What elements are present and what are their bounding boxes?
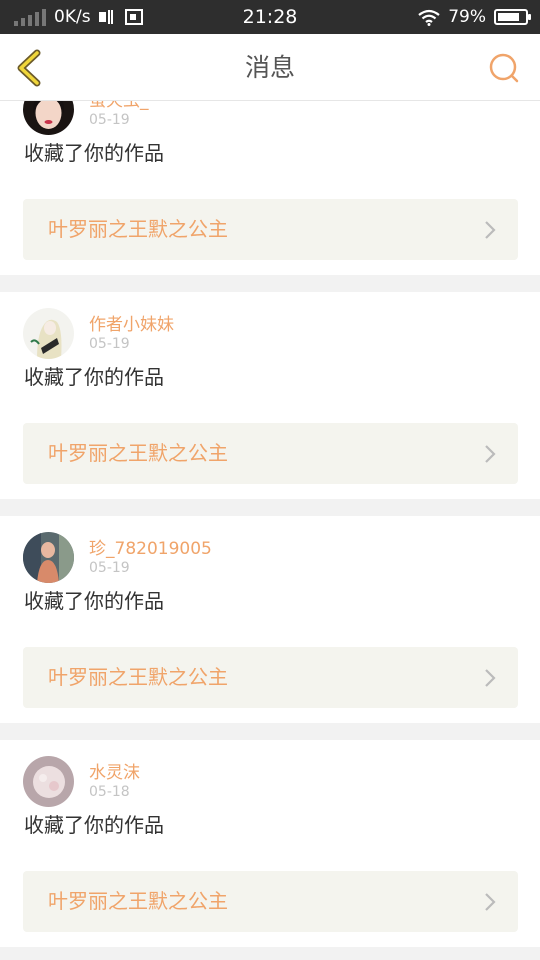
message-date: 05-19 xyxy=(89,112,130,128)
work-link[interactable]: 叶罗丽之王默之公主 xyxy=(23,199,518,260)
message-text: 收藏了你的作品 xyxy=(24,813,164,837)
message-text: 收藏了你的作品 xyxy=(24,365,164,389)
work-link[interactable]: 叶罗丽之王默之公主 xyxy=(23,871,518,932)
username[interactable]: 珍_782019005 xyxy=(89,534,212,559)
search-button[interactable] xyxy=(488,52,520,84)
work-title: 叶罗丽之王默之公主 xyxy=(48,441,228,465)
status-bar-right: 79% xyxy=(418,0,531,34)
message-card: 水灵沫 05-18 收藏了你的作品 叶罗丽之王默之公主 xyxy=(0,740,540,947)
battery-level xyxy=(498,13,519,21)
wifi-icon xyxy=(418,9,440,26)
message-card: 珍_782019005 05-19 收藏了你的作品 叶罗丽之王默之公主 xyxy=(0,516,540,723)
search-icon xyxy=(489,53,519,83)
work-link[interactable]: 叶罗丽之王默之公主 xyxy=(23,423,518,484)
chevron-right-icon xyxy=(485,669,496,687)
work-title: 叶罗丽之王默之公主 xyxy=(48,889,228,913)
work-link[interactable]: 叶罗丽之王默之公主 xyxy=(23,647,518,708)
username[interactable]: 萤火虫_ xyxy=(89,101,149,111)
avatar[interactable] xyxy=(23,756,74,807)
message-date: 05-19 xyxy=(89,336,130,352)
message-date: 05-18 xyxy=(89,784,130,800)
app-header: 消息 xyxy=(0,34,540,101)
battery-percent: 79% xyxy=(448,7,486,27)
message-text: 收藏了你的作品 xyxy=(24,141,164,165)
message-card: 萤火虫_ 05-19 收藏了你的作品 叶罗丽之王默之公主 xyxy=(0,101,540,275)
chevron-right-icon xyxy=(485,221,496,239)
battery-icon xyxy=(494,9,531,25)
message-text: 收藏了你的作品 xyxy=(24,589,164,613)
message-card: 作者小妹妹 05-19 收藏了你的作品 叶罗丽之王默之公主 xyxy=(0,292,540,499)
chevron-left-icon xyxy=(17,49,41,87)
page-title: 消息 xyxy=(244,53,295,82)
chevron-right-icon xyxy=(485,445,496,463)
status-bar: 0K/s 21:28 79% xyxy=(0,0,540,34)
username[interactable]: 水灵沫 xyxy=(89,758,140,783)
username[interactable]: 作者小妹妹 xyxy=(89,310,174,335)
avatar[interactable] xyxy=(23,101,74,135)
avatar[interactable] xyxy=(23,532,74,583)
work-title: 叶罗丽之王默之公主 xyxy=(48,217,228,241)
work-title: 叶罗丽之王默之公主 xyxy=(48,665,228,689)
back-button[interactable] xyxy=(12,48,48,88)
avatar[interactable] xyxy=(23,308,74,359)
message-list[interactable]: 萤火虫_ 05-19 收藏了你的作品 叶罗丽之王默之公主 作者小妹妹 05-19… xyxy=(0,101,540,960)
messages-screen: 0K/s 21:28 79% 消息 萤火虫_ 05-19 收藏了你的作品 叶罗丽… xyxy=(0,0,540,960)
chevron-right-icon xyxy=(485,893,496,911)
message-date: 05-19 xyxy=(89,560,130,576)
